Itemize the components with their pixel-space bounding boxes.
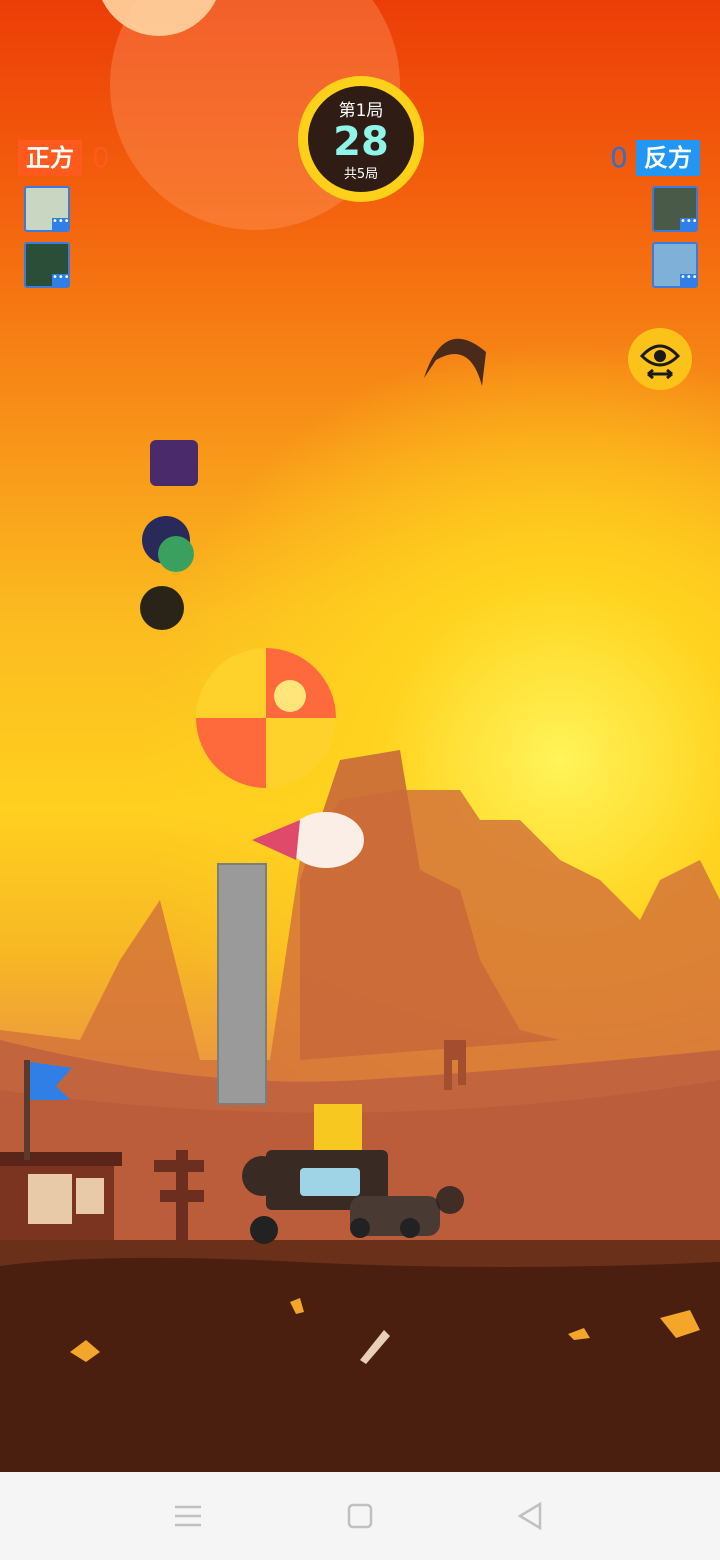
nav-menu-button[interactable] [166, 1494, 210, 1538]
round-current: 第1局 [338, 101, 384, 121]
avatar-more-badge: ••• [52, 217, 68, 230]
nav-home-button[interactable] [338, 1494, 382, 1538]
back-triangle-icon [517, 1501, 542, 1531]
desert-background [0, 338, 720, 1472]
left-player-avatar-1[interactable]: ••• [24, 186, 70, 232]
round-seconds: 28 [333, 119, 389, 165]
left-team-label: 正方 [18, 140, 82, 176]
right-player-avatar-2[interactable]: ••• [652, 242, 698, 288]
left-player-avatar-2[interactable]: ••• [24, 242, 70, 288]
round-timer: 第1局 28 共5局 [298, 76, 424, 202]
home-square-icon [347, 1503, 373, 1529]
left-team-score: 0 [92, 141, 110, 174]
system-nav-bar [0, 1472, 720, 1560]
game-scene[interactable]: 正方 0 0 反方 ••• ••• ••• ••• 第1局 28 共5局 [0, 0, 720, 1472]
avatar-more-badge: ••• [680, 273, 696, 286]
right-player-avatar-1[interactable]: ••• [652, 186, 698, 232]
avatar-more-badge: ••• [680, 217, 696, 230]
round-total: 共5局 [343, 167, 379, 182]
view-toggle-button[interactable] [628, 328, 692, 390]
right-team-label: 反方 [636, 140, 700, 176]
nav-back-button[interactable] [508, 1494, 552, 1538]
eye-swap-icon [639, 344, 681, 380]
menu-icon [175, 1505, 201, 1527]
avatar-more-badge: ••• [52, 273, 68, 286]
right-team-score: 0 [610, 141, 628, 174]
